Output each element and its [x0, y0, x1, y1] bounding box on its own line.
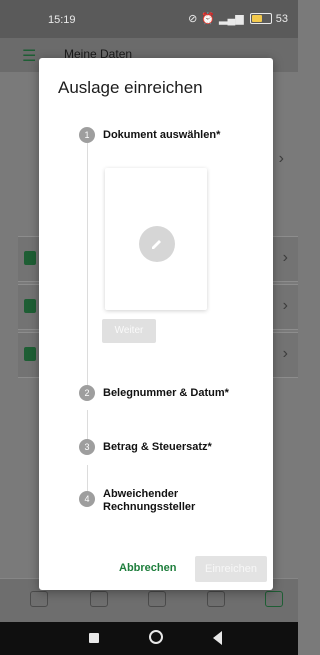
step-number: 2: [79, 385, 95, 401]
calendar-icon[interactable]: [90, 591, 108, 607]
battery-icon: [249, 13, 272, 24]
step-label: Betrag & Steuersatz*: [103, 441, 212, 453]
back-icon[interactable]: [213, 631, 222, 645]
chevron-right-icon: ›: [282, 345, 288, 362]
status-bar: 15:19 ⊘ ⏰ ▂▄▆ 53: [0, 0, 298, 38]
mute-icon: ⊘: [188, 13, 198, 25]
status-time: 15:19: [48, 14, 76, 26]
alarm-icon: ⏰: [201, 13, 216, 25]
submit-button[interactable]: Einreichen: [195, 556, 267, 582]
next-button[interactable]: Weiter: [102, 319, 156, 343]
step-number: 3: [79, 439, 95, 455]
receipt-icon[interactable]: [265, 591, 283, 607]
step-number: 4: [79, 491, 95, 507]
step-label: Dokument auswählen*: [103, 129, 221, 141]
document-icon: [24, 347, 36, 361]
system-navigation-bar: [0, 622, 298, 655]
step-connector: [87, 143, 88, 387]
chevron-right-icon: ›: [282, 297, 288, 314]
document-icon: [24, 299, 36, 313]
home-icon[interactable]: [30, 591, 48, 607]
chevron-right-icon: ›: [282, 249, 288, 266]
cancel-button[interactable]: Abbrechen: [119, 562, 176, 574]
signal-icon: ▂▄▆: [219, 13, 244, 25]
step-number: 1: [79, 127, 95, 143]
document-icon: [24, 251, 36, 265]
people-icon[interactable]: [148, 591, 166, 607]
document-upload-area[interactable]: [105, 168, 207, 310]
chevron-right-icon[interactable]: ›: [279, 150, 284, 168]
status-icons: ⊘ ⏰ ▂▄▆ 53: [188, 12, 288, 26]
briefcase-icon[interactable]: [207, 591, 225, 607]
dialog-title: Auslage einreichen: [58, 78, 203, 97]
hamburger-menu-icon[interactable]: ☰: [22, 46, 36, 66]
submit-expense-dialog: Auslage einreichen 1 Dokument auswählen*…: [39, 58, 273, 590]
edit-pencil-icon[interactable]: [139, 226, 175, 262]
recent-apps-icon[interactable]: [89, 633, 99, 643]
step-connector: [87, 465, 88, 492]
step-label: Abweichender Rechnungssteller: [103, 488, 196, 513]
battery-percent: 53: [275, 12, 288, 25]
step-label: Belegnummer & Datum*: [103, 387, 229, 399]
home-button-icon[interactable]: [149, 630, 163, 644]
